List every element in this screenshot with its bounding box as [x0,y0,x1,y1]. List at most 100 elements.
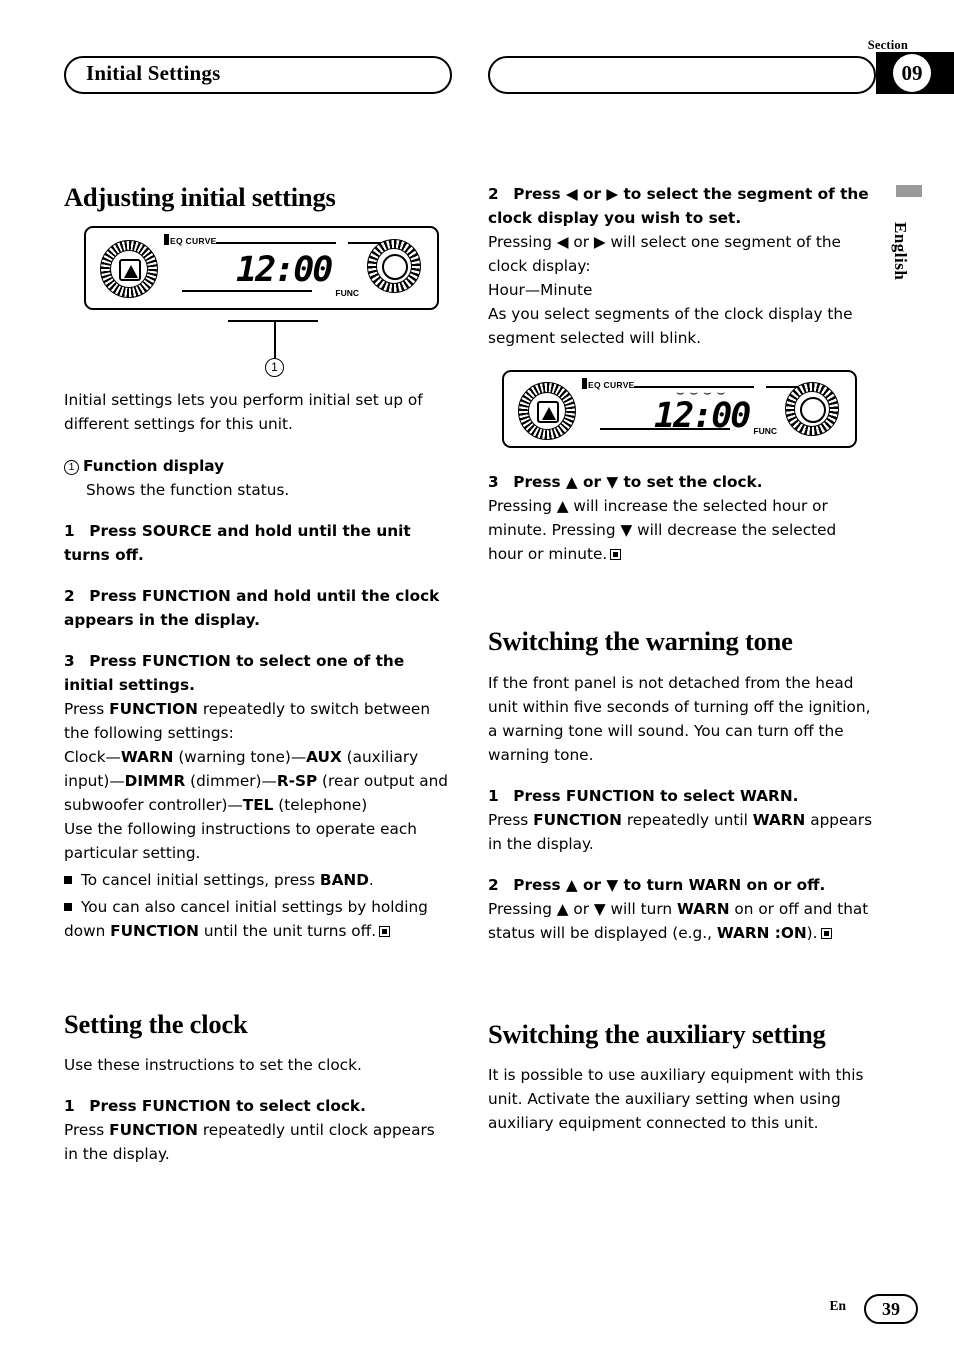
warning-step-2-number: 2 [488,875,499,894]
left-step-2: 2 Press FUNCTION and hold until the cloc… [64,584,450,632]
right-step-3-head: Press ▲ or ▼ to set the clock. [513,473,763,492]
clock-step1-a: Press [64,1121,110,1140]
clock-step-1: 1 Press FUNCTION to select clock. [64,1094,450,1118]
header-pill-right [488,56,876,94]
left-step-3-head: Press FUNCTION to select one of the init… [64,651,405,694]
unit-illustration-2: EQ CURVE ⌣⌣⌣⌣ 12:00 FUNC [502,370,857,449]
right-step-3-number: 3 [488,473,499,492]
left-step-3: 3 Press FUNCTION to select one of the in… [64,649,450,697]
left-step-1: 1 Press SOURCE and hold until the unit t… [64,519,450,567]
settings-chain-part-2: (warning tone)— [173,747,307,766]
right-step-2: 2 Press ◀ or ▶ to select the segment of … [488,182,874,230]
left-step-1-head: Press SOURCE and hold until the unit tur… [64,521,411,564]
lcd-clock-value: 12:00 [236,250,333,291]
language-tab-marker [896,185,922,197]
left-step-3-body: Press FUNCTION repeatedly to switch betw… [64,697,450,745]
right-step-2-number: 2 [488,185,499,203]
left-step-2-head: Press FUNCTION and hold until the clock … [64,586,440,629]
settings-chain-part-0: Clock— [64,747,121,766]
right-step-3-body: Pressing ▲ will increase the selected ho… [488,494,874,566]
left-step-1-number: 1 [64,521,75,540]
warning-intro: If the front panel is not detached from … [488,673,871,764]
w2-a: Pressing ▲ or ▼ will turn [488,899,677,918]
warning-step-1-number: 1 [488,786,499,805]
settings-chain-part-1: WARN [120,747,174,766]
bullet-1-text-a: To cancel initial settings, press [81,870,320,889]
callout-1-marker: 1 [265,358,284,378]
settings-chain: Clock—WARN (warning tone)—AUX (auxiliary… [64,745,450,817]
unit-illustration-1: EQ CURVE 12:00 FUNC [84,226,439,311]
end-mark-icon [379,925,391,937]
step3-body-part1: Press [64,699,110,718]
end-mark-icon [820,927,832,939]
w2-warn: WARN [676,899,730,918]
left-step-2-number: 2 [64,586,75,605]
w2-warn-on: WARN :ON [716,923,807,942]
footer-language: En [829,1298,846,1313]
aux-body: It is possible to use auxiliary equipmen… [488,1066,864,1133]
left-step-3-number: 3 [64,651,75,670]
right-step-3-body-text: Pressing ▲ will increase the selected ho… [488,497,837,564]
right-column: 2 Press ◀ or ▶ to select the segment of … [488,182,874,1135]
eq-bar-icon [582,378,587,390]
intro-paragraph: Initial settings lets you perform initia… [64,391,423,434]
heading-adjusting-initial-settings: Adjusting initial settings [64,182,336,212]
w1-c: repeatedly until [621,810,753,829]
heading-switching-warning-tone: Switching the warning tone [488,626,793,657]
settings-chain-part-7: R-SP [276,771,318,790]
eq-curve-label: EQ CURVE [170,236,217,247]
clock-intro: Use these instructions to set the clock. [64,1056,362,1075]
bullet-1-band: BAND [319,870,369,889]
right-step-2-body-3: As you select segments of the clock disp… [488,305,853,348]
warning-step-2: 2 Press ▲ or ▼ to turn WARN on or off. [488,873,874,897]
settings-chain-part-6: (dimmer)— [185,771,277,790]
step3-body-part3: Use the following instructions to operat… [64,819,418,862]
heading-setting-the-clock: Setting the clock [64,1008,248,1039]
w1-a: Press [488,810,534,829]
func-label: FUNC [335,288,359,299]
clock-step1-function: FUNCTION [109,1121,198,1140]
heading-switching-auxiliary-setting: Switching the auxiliary setting [488,1018,826,1049]
right-knob-icon [785,382,839,437]
left-knob-icon [100,240,158,299]
language-tab-label: English [891,222,910,281]
w2-e: ). [806,923,818,942]
section-number: 09 [893,54,931,92]
left-bullet-2: You can also cancel initial settings by … [64,895,450,943]
w1-warn: WARN [752,810,806,829]
warning-step-2-body: Pressing ▲ or ▼ will turn WARN on or off… [488,897,874,945]
right-step-2-body-2: Hour—Minute [488,281,593,300]
footer-page-number: 39 [864,1294,918,1324]
clock-step-1-head: Press FUNCTION to select clock. [89,1097,366,1116]
settings-chain-part-10: (telephone) [273,795,368,814]
function-display-item: 1 Function display [64,454,450,478]
end-mark-icon [610,549,622,561]
w1-function: FUNCTION [533,810,622,829]
section-label: Section [867,38,908,52]
manual-page: Section 09 Initial Settings English Adju… [0,0,954,1352]
func-label: FUNC [753,426,777,437]
right-knob-icon [367,239,421,294]
settings-chain-part-3: AUX [306,747,342,766]
section-number-badge: 09 [876,52,954,94]
bullet-1-text-c: . [368,870,374,889]
bullet-2-text-c: until the unit turns off. [198,921,377,940]
function-display-desc: Shows the function status. [86,480,290,499]
left-bullet-1: To cancel initial settings, press BAND. [64,868,450,892]
right-step-2-head: Press ◀ or ▶ to select the segment of th… [488,185,869,228]
left-knob-icon [518,382,576,441]
square-bullet-icon [64,902,72,911]
callout-leader-vertical [274,320,276,359]
eq-bar-icon [164,234,169,246]
callout-leader-horizontal [228,320,318,323]
lcd-clock-value: 12:00 [654,396,751,437]
circled-number-1: 1 [64,459,79,475]
square-bullet-icon [64,875,72,884]
eq-curve-label: EQ CURVE [588,380,635,391]
right-step-3: 3 Press ▲ or ▼ to set the clock. [488,470,874,494]
warning-step-2-head: Press ▲ or ▼ to turn WARN on or off. [513,875,826,894]
bullet-2-function: FUNCTION [110,921,199,940]
function-display-label: Function display [83,456,225,475]
right-step-2-body-1: Pressing ◀ or ▶ will select one segment … [488,233,841,276]
settings-chain-part-9: TEL [242,795,274,814]
